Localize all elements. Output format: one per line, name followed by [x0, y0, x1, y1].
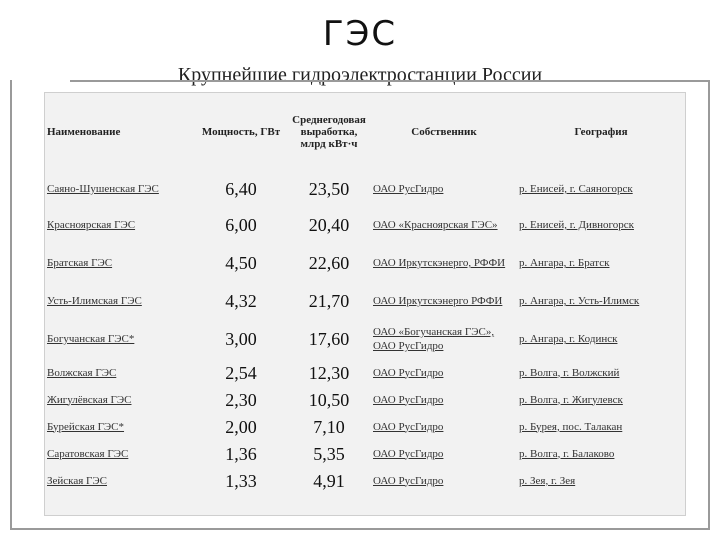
table-row: Богучанская ГЭС* 3,00 17,60 ОАО «Богучан…: [45, 319, 685, 359]
geo-link[interactable]: р. Волга, г. Балаково: [519, 448, 614, 460]
output-cell: 5,35: [313, 443, 345, 464]
geo-link[interactable]: р. Зея, г. Зея: [519, 475, 575, 487]
header-name: Наименование: [47, 126, 121, 138]
table-row: Братская ГЭС 4,50 22,60 ОАО Иркутскэнерг…: [45, 243, 685, 283]
frame-top-line: [70, 80, 710, 82]
slide-title: ГЭС: [322, 14, 398, 54]
owner-link[interactable]: ОАО РусГидро: [373, 394, 443, 406]
header-owner: Собственник: [411, 126, 477, 138]
table-row: Жигулёвская ГЭС 2,30 10,50 ОАО РусГидро …: [45, 386, 685, 413]
owner-link[interactable]: ОАО Иркутскэнерго, РФФИ: [373, 257, 505, 269]
owner-link[interactable]: ОАО «Богучанская ГЭС», ОАО РусГидро: [373, 326, 494, 352]
power-cell: 1,33: [225, 470, 257, 491]
owner-link[interactable]: ОАО РусГидро: [373, 367, 443, 379]
output-cell: 23,50: [308, 179, 350, 199]
plant-name-link[interactable]: Жигулёвская ГЭС: [47, 394, 131, 406]
plant-name-link[interactable]: Зейская ГЭС: [47, 475, 107, 487]
output-cell: 20,40: [308, 215, 350, 235]
plant-name-link[interactable]: Бурейская ГЭС*: [47, 421, 124, 433]
owner-link[interactable]: ОАО РусГидро: [373, 475, 443, 487]
frame-bottom-line: [10, 528, 710, 530]
table-row: Волжская ГЭС 2,54 12,30 ОАО РусГидро р. …: [45, 359, 685, 386]
table-row: Бурейская ГЭС* 2,00 7,10 ОАО РусГидро р.…: [45, 413, 685, 440]
power-cell: 3,00: [225, 329, 257, 349]
plant-name-link[interactable]: Саяно-Шушенская ГЭС: [47, 183, 159, 195]
table-header-row: Наименование Мощность, ГВт Среднегодовая…: [45, 93, 685, 171]
slide-subtitle: Крупнейшие гидроэлектростанции России: [177, 64, 543, 86]
table-row: Красноярская ГЭС 6,00 20,40 ОАО «Красноя…: [45, 207, 685, 243]
geo-link[interactable]: р. Енисей, г. Саяногорск: [519, 183, 633, 195]
owner-link[interactable]: ОАО РусГидро: [373, 183, 443, 195]
plant-name-link[interactable]: Братская ГЭС: [47, 257, 112, 269]
output-cell: 10,50: [308, 389, 350, 410]
owner-link[interactable]: ОАО «Красноярская ГЭС»: [373, 219, 498, 231]
header-geo: География: [574, 126, 628, 138]
plant-name-link[interactable]: Красноярская ГЭС: [47, 219, 135, 231]
power-cell: 4,50: [225, 253, 257, 273]
output-cell: 12,30: [308, 362, 350, 383]
geo-link[interactable]: р. Волга, г. Жигулевск: [519, 394, 623, 406]
header-power: Мощность, ГВт: [201, 126, 281, 138]
output-cell: 21,70: [308, 291, 350, 311]
power-cell: 2,54: [225, 362, 257, 383]
geo-link[interactable]: р. Бурея, пос. Талакан: [519, 421, 622, 433]
plant-name-link[interactable]: Волжская ГЭС: [47, 367, 116, 379]
hydro-plants-table: Наименование Мощность, ГВт Среднегодовая…: [44, 92, 686, 516]
output-cell: 17,60: [308, 329, 350, 349]
geo-link[interactable]: р. Енисей, г. Дивногорск: [519, 219, 634, 231]
output-cell: 22,60: [308, 253, 350, 273]
geo-link[interactable]: р. Ангара, г. Кодинск: [519, 333, 617, 345]
owner-link[interactable]: ОАО РусГидро: [373, 448, 443, 460]
power-cell: 2,00: [225, 416, 257, 437]
table-row: Саяно-Шушенская ГЭС 6,40 23,50 ОАО РусГи…: [45, 171, 685, 207]
frame-left-line: [10, 80, 12, 530]
geo-link[interactable]: р. Ангара, г. Усть-Илимск: [519, 295, 639, 307]
power-cell: 1,36: [225, 443, 257, 464]
plant-name-link[interactable]: Усть-Илимская ГЭС: [47, 295, 142, 307]
table-row: Зейская ГЭС 1,33 4,91 ОАО РусГидро р. Зе…: [45, 467, 685, 494]
output-cell: 7,10: [313, 416, 345, 437]
plant-name-link[interactable]: Саратовская ГЭС: [47, 448, 128, 460]
power-cell: 2,30: [225, 389, 257, 410]
table-row: Саратовская ГЭС 1,36 5,35 ОАО РусГидро р…: [45, 440, 685, 467]
output-cell: 4,91: [313, 470, 345, 491]
table-row: Усть-Илимская ГЭС 4,32 21,70 ОАО Иркутск…: [45, 283, 685, 319]
owner-link[interactable]: ОАО Иркутскэнерго РФФИ: [373, 295, 502, 307]
frame-right-line: [708, 80, 710, 530]
plant-name-link[interactable]: Богучанская ГЭС*: [47, 333, 134, 345]
power-cell: 6,00: [225, 215, 257, 235]
power-cell: 4,32: [225, 291, 257, 311]
geo-link[interactable]: р. Волга, г. Волжский: [519, 367, 619, 379]
power-cell: 6,40: [225, 179, 257, 199]
geo-link[interactable]: р. Ангара, г. Братск: [519, 257, 609, 269]
header-output: Среднегодовая выработка, млрд кВт·ч: [292, 114, 366, 150]
owner-link[interactable]: ОАО РусГидро: [373, 421, 443, 433]
